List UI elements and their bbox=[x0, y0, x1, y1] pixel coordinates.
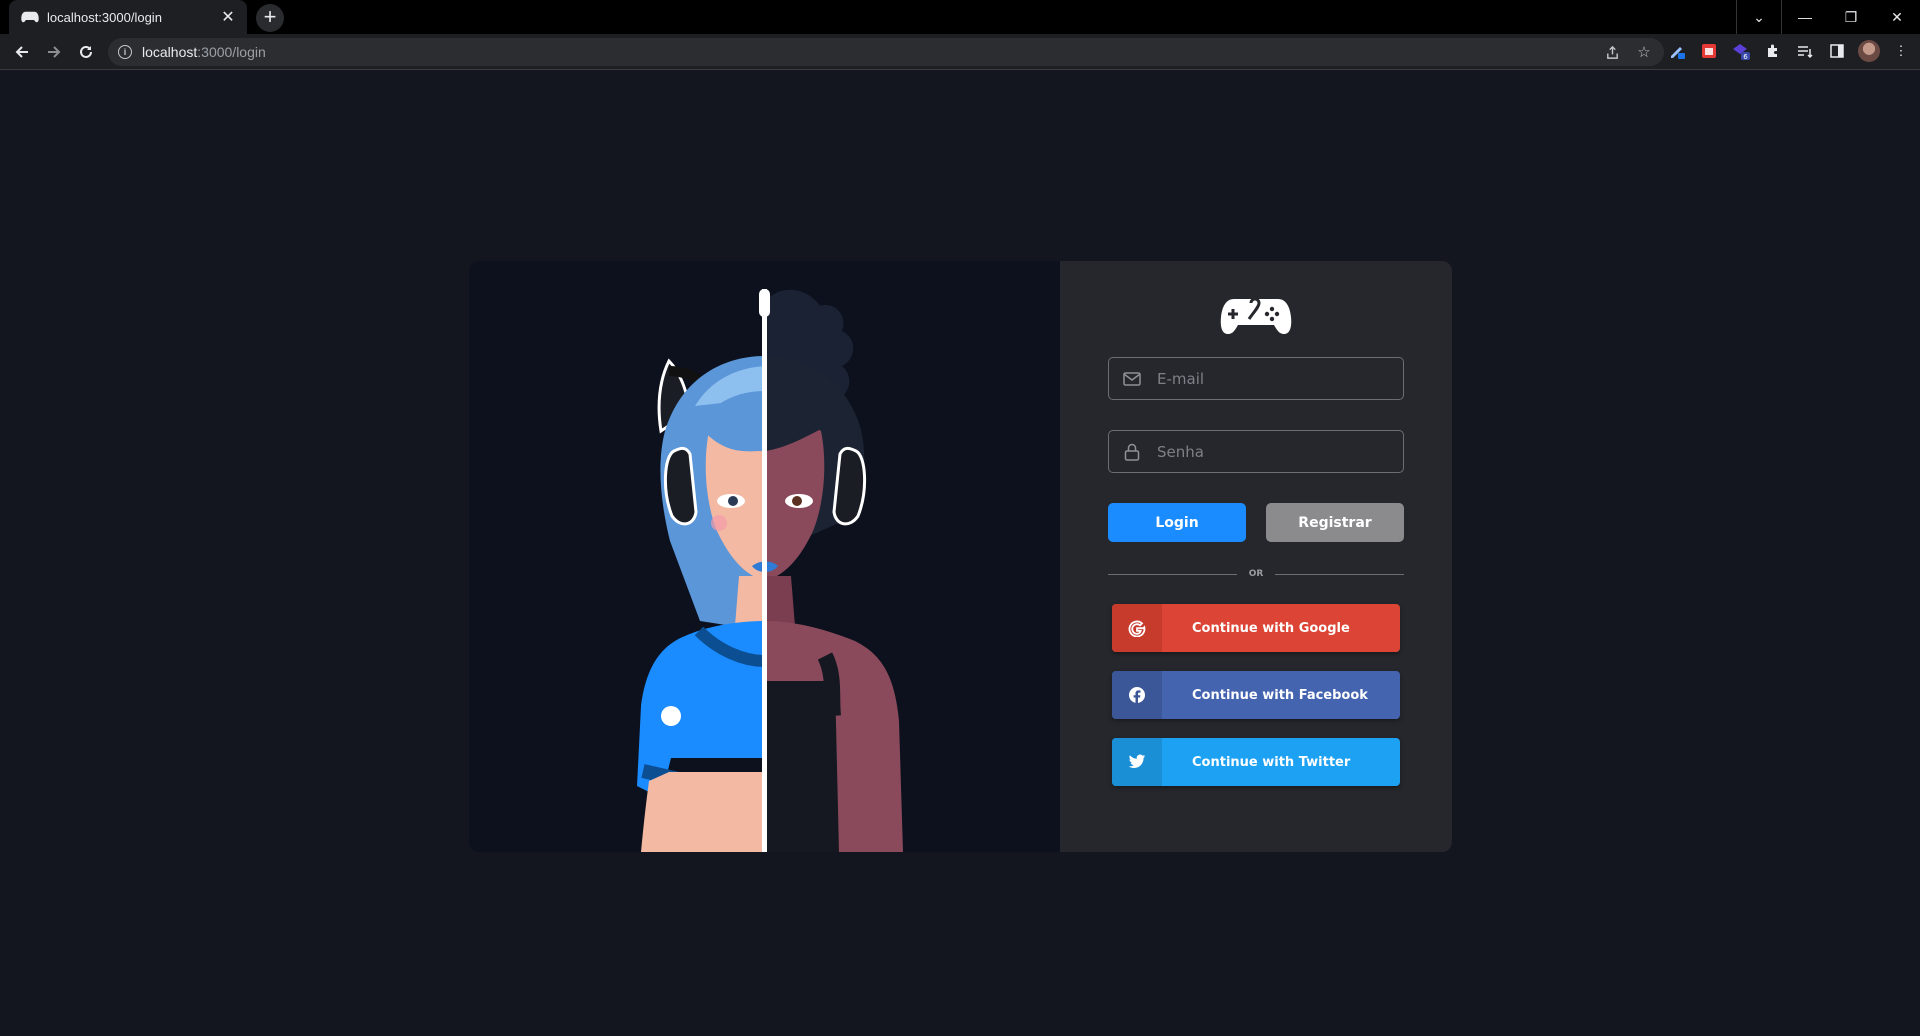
google-login-button[interactable]: Continue with Google bbox=[1112, 604, 1400, 652]
lock-icon bbox=[1123, 443, 1141, 461]
extensions-puzzle-icon[interactable] bbox=[1762, 40, 1784, 62]
google-button-label: Continue with Google bbox=[1192, 620, 1350, 636]
forward-button[interactable] bbox=[40, 38, 68, 66]
browser-toolbar: i localhost:3000/login ☆ 6 ⋮ bbox=[0, 34, 1920, 70]
window-controls: ⌄ — ❐ ✕ bbox=[1736, 0, 1920, 34]
email-input[interactable] bbox=[1157, 369, 1377, 388]
profile-avatar[interactable] bbox=[1858, 40, 1880, 62]
divider-line-right bbox=[1275, 573, 1404, 575]
extensions-bar: 6 ⋮ bbox=[1666, 40, 1912, 62]
arrow-right-icon bbox=[48, 46, 61, 58]
browser-tab-bar: localhost:3000/login ✕ + ⌄ — ❐ ✕ bbox=[0, 0, 1920, 34]
url-path: :3000/login bbox=[197, 44, 266, 60]
side-panel-icon[interactable] bbox=[1826, 40, 1848, 62]
twitter-button-label: Continue with Twitter bbox=[1192, 754, 1351, 770]
twitter-icon bbox=[1112, 738, 1162, 786]
tab-search-button[interactable]: ⌄ bbox=[1736, 0, 1782, 34]
arrow-left-icon bbox=[15, 46, 28, 58]
facebook-icon bbox=[1112, 671, 1162, 719]
facebook-login-button[interactable]: Continue with Facebook bbox=[1112, 671, 1400, 719]
restore-button[interactable]: ❐ bbox=[1828, 0, 1874, 34]
facebook-button-label: Continue with Facebook bbox=[1192, 687, 1368, 703]
email-field bbox=[1108, 357, 1404, 400]
site-info-icon[interactable]: i bbox=[118, 45, 132, 59]
password-input[interactable] bbox=[1157, 442, 1377, 461]
purple-extension-icon[interactable]: 6 bbox=[1730, 40, 1752, 62]
gamepad-favicon-icon bbox=[21, 11, 39, 23]
extension-badge-count: 6 bbox=[1743, 53, 1748, 61]
close-window-button[interactable]: ✕ bbox=[1874, 0, 1920, 34]
tab-close-icon[interactable]: ✕ bbox=[219, 7, 237, 27]
or-label: OR bbox=[1248, 569, 1264, 579]
url-host: localhost bbox=[142, 44, 198, 60]
tab-title: localhost:3000/login bbox=[47, 9, 162, 25]
reading-list-icon[interactable] bbox=[1794, 40, 1816, 62]
share-icon[interactable] bbox=[1604, 44, 1620, 60]
back-button[interactable] bbox=[8, 38, 36, 66]
red-extension-icon[interactable] bbox=[1698, 40, 1720, 62]
bookmark-star-icon[interactable]: ☆ bbox=[1636, 44, 1652, 61]
register-button[interactable]: Registrar bbox=[1266, 503, 1404, 542]
login-button[interactable]: Login bbox=[1108, 503, 1246, 542]
split-girl-illustration bbox=[637, 289, 903, 852]
gamepad-logo-icon bbox=[1220, 297, 1292, 334]
twitter-login-button[interactable]: Continue with Twitter bbox=[1112, 738, 1400, 786]
hero-illustration bbox=[469, 261, 1060, 852]
google-icon bbox=[1112, 604, 1162, 652]
reload-icon bbox=[80, 45, 92, 58]
login-form-panel: Login Registrar OR Continue with Google … bbox=[1060, 261, 1452, 852]
browser-tab[interactable]: localhost:3000/login ✕ bbox=[9, 0, 247, 34]
divider-line-left bbox=[1108, 573, 1237, 575]
new-tab-button[interactable]: + bbox=[256, 4, 284, 32]
address-bar[interactable]: i localhost:3000/login ☆ bbox=[108, 38, 1664, 66]
reload-button[interactable] bbox=[72, 38, 100, 66]
password-field bbox=[1108, 430, 1404, 473]
pen-extension-icon[interactable] bbox=[1666, 40, 1688, 62]
login-card: Login Registrar OR Continue with Google … bbox=[469, 261, 1452, 852]
mail-icon bbox=[1123, 370, 1141, 388]
browser-menu-icon[interactable]: ⋮ bbox=[1890, 40, 1912, 62]
or-divider: OR bbox=[1108, 567, 1404, 581]
minimize-button[interactable]: — bbox=[1782, 0, 1828, 34]
